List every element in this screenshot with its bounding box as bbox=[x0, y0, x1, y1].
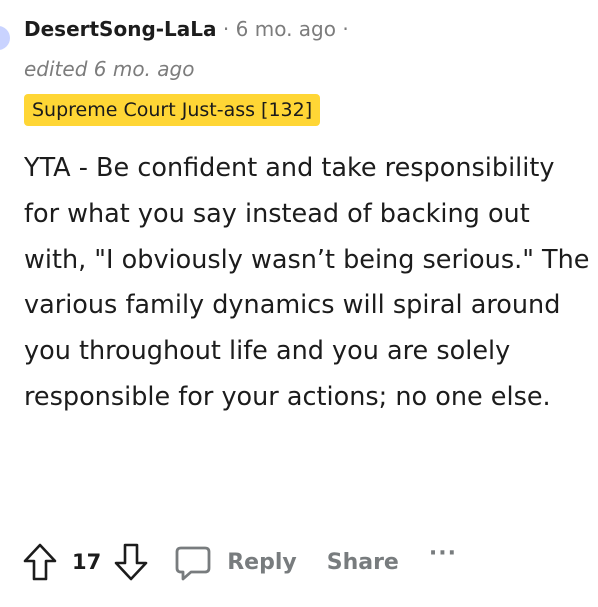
author-name[interactable]: DesertSong-LaLa bbox=[24, 17, 217, 41]
comment-bubble-button[interactable] bbox=[173, 542, 213, 582]
comment-bubble-icon bbox=[175, 546, 211, 581]
upvote-button[interactable] bbox=[20, 540, 60, 584]
share-button[interactable]: Share bbox=[327, 550, 399, 575]
separator: · bbox=[222, 17, 230, 41]
separator-trailing: · bbox=[342, 17, 349, 41]
downvote-button[interactable] bbox=[111, 540, 151, 584]
comment-header: DesertSong-LaLa · 6 mo. ago · bbox=[24, 14, 349, 44]
timestamp[interactable]: 6 mo. ago bbox=[236, 17, 336, 41]
more-dots-icon[interactable]: ··· bbox=[429, 541, 457, 566]
downvote-arrow-icon bbox=[114, 543, 148, 581]
vote-score: 17 bbox=[72, 550, 102, 574]
comment: DesertSong-LaLa · 6 mo. ago · edited 6 m… bbox=[0, 0, 598, 607]
user-flair: Supreme Court Just-ass [132] bbox=[24, 94, 321, 126]
comment-body: YTA - Be confident and take responsibili… bbox=[24, 153, 590, 412]
avatar[interactable] bbox=[0, 26, 10, 50]
upvote-arrow-icon bbox=[23, 543, 57, 581]
edited-label: edited 6 mo. ago bbox=[24, 57, 195, 81]
action-bar: 17 Reply Share ··· bbox=[20, 540, 457, 584]
reply-button[interactable]: Reply bbox=[227, 550, 297, 575]
